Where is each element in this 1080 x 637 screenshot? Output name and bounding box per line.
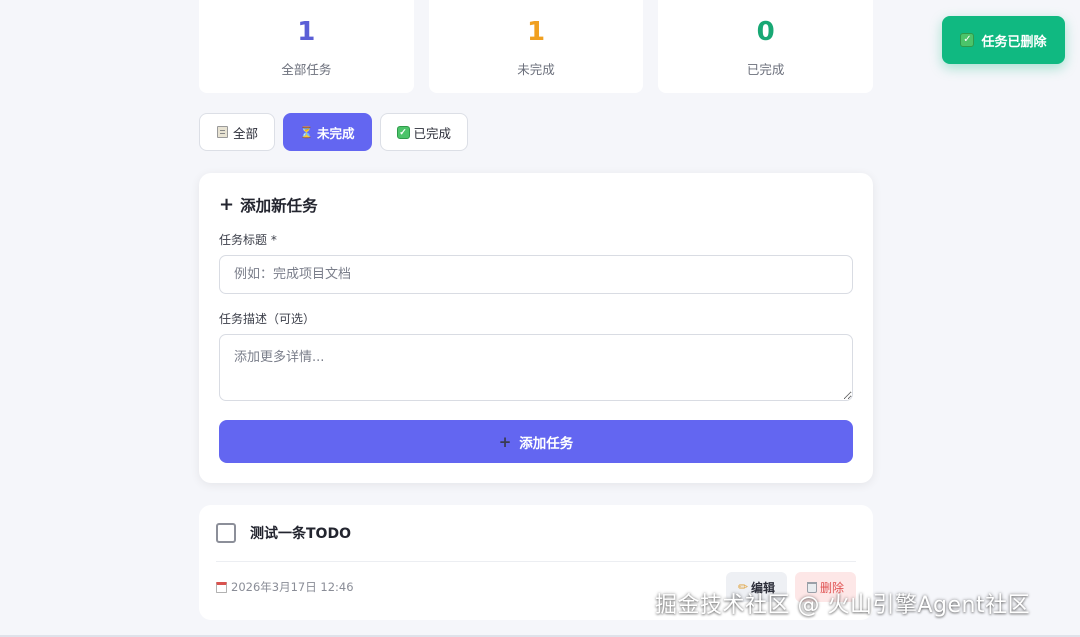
- plus-icon: +: [219, 194, 235, 215]
- toast-text: 任务已删除: [981, 34, 1047, 50]
- stat-completed-value: 0: [756, 17, 775, 47]
- todo-checkbox[interactable]: [216, 523, 236, 543]
- task-desc-textarea[interactable]: [219, 334, 853, 401]
- stat-total-value: 1: [297, 17, 316, 47]
- form-title: 添加新任务: [240, 197, 318, 215]
- task-title-input[interactable]: [219, 255, 853, 294]
- toast-notification: ✓ 任务已删除: [942, 16, 1065, 64]
- add-task-button[interactable]: + 添加任务: [219, 420, 853, 463]
- stat-total-label: 全部任务: [281, 62, 332, 77]
- todo-title: 测试一条TODO: [250, 526, 351, 542]
- check-box-icon: ✓: [396, 125, 410, 139]
- calendar-icon: [216, 581, 227, 593]
- add-task-label: 添加任务: [519, 435, 574, 452]
- todo-date-text: 2026年3月17日 12:46: [231, 580, 354, 594]
- filter-pending-label: 未完成: [317, 126, 355, 141]
- filter-completed-label: 已完成: [413, 126, 452, 141]
- check-box-icon: ✓: [960, 33, 975, 47]
- stat-card-pending: 1 未完成: [428, 0, 644, 93]
- form-heading: + 添加新任务: [219, 193, 853, 217]
- filter-tabs: 全部 ⏳ 未完成 ✓ 已完成: [199, 113, 469, 151]
- add-task-form: + 添加新任务 任务标题 * 任务描述（可选） + 添加任务: [199, 173, 873, 483]
- filter-all-label: 全部: [233, 126, 259, 141]
- todo-header: 测试一条TODO: [216, 505, 856, 561]
- stat-card-total: 1 全部任务: [199, 0, 414, 93]
- watermark: 掘金技术社区 @ 火山引擎Agent社区: [655, 593, 1031, 618]
- filter-all-button[interactable]: 全部: [199, 113, 276, 151]
- stat-card-completed: 0 已完成: [658, 0, 874, 93]
- stat-pending-value: 1: [526, 17, 546, 47]
- filter-completed-button[interactable]: ✓ 已完成: [379, 113, 469, 151]
- stat-completed-label: 已完成: [746, 62, 785, 77]
- plus-icon: +: [498, 432, 512, 451]
- filter-pending-button[interactable]: ⏳ 未完成: [283, 113, 372, 151]
- stat-pending-label: 未完成: [517, 62, 555, 77]
- todo-date: 2026年3月17日 12:46: [216, 579, 354, 595]
- stats-row: 1 全部任务 1 未完成 0 已完成: [199, 0, 874, 93]
- hourglass-icon: ⏳: [299, 126, 314, 139]
- task-title-label: 任务标题 *: [219, 233, 277, 247]
- clipboard-icon: [216, 126, 229, 139]
- task-desc-label: 任务描述（可选）: [219, 312, 316, 326]
